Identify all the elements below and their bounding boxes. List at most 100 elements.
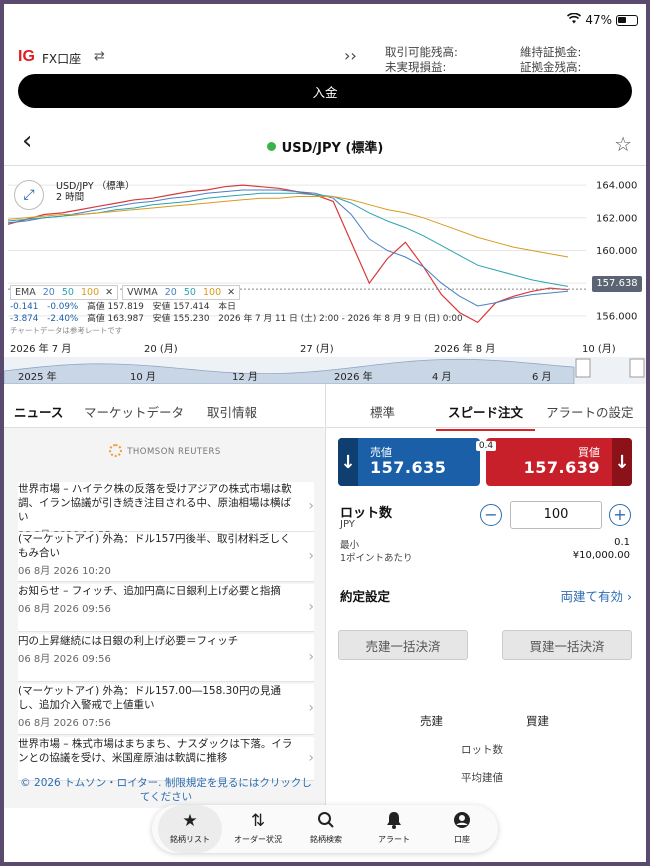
tab-news[interactable]: ニュース [14, 402, 64, 431]
buy-button[interactable]: ↓ 買値 157.639 [486, 438, 632, 486]
ema-50: 50 [61, 287, 74, 298]
range-period: 2026 年 7 月 11 日 (土) 2:00 - 2026 年 8 月 9 … [218, 314, 463, 324]
fill-setting-value: 両建て有効 [560, 589, 624, 604]
spread-value: 0.4 [476, 441, 496, 451]
chart-note: チャートデータは参考レートです [10, 326, 123, 335]
news-item[interactable]: 世界市場 – 株式市場はまちまち、ナスダックは下落。イランとの協議を受け、米国産… [18, 737, 314, 781]
y-tick-label: 156.000 [596, 311, 637, 322]
news-item[interactable]: お知らせ – フィッチ、追加円高に日銀利上げ必要と指摘 06 8月 2026 09… [18, 584, 314, 632]
today-change-pct: -0.09% [47, 302, 79, 312]
sell-price: 157.635 [370, 458, 447, 477]
tab-speed-order[interactable]: スピード注文 [435, 402, 536, 431]
star-icon: ★ [182, 811, 198, 831]
nav-watchlist-label: 銘柄リスト [170, 835, 210, 844]
navigator-right-handle[interactable] [629, 358, 645, 378]
min-lot-label: 最小 [340, 540, 360, 551]
wifi-icon [567, 12, 582, 27]
chevron-right-icon: › [308, 648, 314, 665]
news-date: 06 8月 2026 09:56 [18, 654, 111, 665]
per-point-value: ¥10,000.00 [572, 550, 630, 561]
tab-standard[interactable]: 標準 [370, 402, 395, 421]
x-tick-label: 2026 年 8 月 [434, 342, 495, 355]
y-tick-label: 162.000 [596, 213, 637, 224]
today-high: 157.819 [107, 302, 144, 312]
position-buy-header: 買建 [526, 714, 549, 728]
switch-account-icon[interactable]: ⇄ [94, 49, 105, 64]
nav-orders[interactable]: ⇅ オーダー状況 [226, 805, 290, 853]
navigator-label: 10 月 [130, 371, 156, 383]
panel-divider [325, 384, 326, 814]
sell-arrow-icon: ↓ [338, 438, 358, 486]
chart-pair-label: USD/JPY （標準） [56, 181, 135, 192]
range-change-pct: -2.40% [47, 314, 79, 324]
ema-label: EMA [15, 287, 36, 298]
instrument-header: ‹ USD/JPY (標準) ☆ [4, 122, 646, 166]
fill-setting-label: 約定設定 [340, 589, 391, 604]
deposit-button[interactable]: 入金 [18, 74, 632, 108]
app-screen: 47% IG FX口座 ⇄ ›› 取引可能残高: 未実現損益: 維持証拠金: 証… [4, 4, 646, 862]
news-item[interactable]: (マーケットアイ) 外為：ドル157.00―158.30円の見通し、追加介入警戒… [18, 684, 314, 735]
news-tabs: ニュース マーケットデータ 取引情報 [4, 394, 324, 431]
reuters-copyright-link[interactable]: © 2026 トムソン・ロイター. 制限規定を見るにはクリックしてください [18, 776, 314, 804]
double-chevron-right-icon[interactable]: ›› [344, 46, 357, 65]
nav-watchlist[interactable]: ★ 銘柄リスト [158, 805, 222, 853]
sell-button[interactable]: ↓ 売値 157.635 [338, 438, 480, 486]
nav-account[interactable]: 口座 [430, 805, 494, 853]
ema-indicator-chip[interactable]: EMA 20 50 100 ✕ [10, 285, 119, 300]
remove-vwma-icon[interactable]: ✕ [227, 287, 235, 298]
lot-decrease-button[interactable]: − [480, 504, 502, 526]
lot-increase-button[interactable]: + [609, 504, 631, 526]
tab-trade-info[interactable]: 取引情報 [207, 402, 257, 421]
vwma-20: 20 [164, 287, 177, 298]
lot-input[interactable]: 100 [510, 501, 602, 529]
close-all-sell-button[interactable]: 売建一括決済 [338, 630, 468, 660]
navigator-label: 2025 年 [18, 370, 57, 383]
close-all-buy-button[interactable]: 買建一括決済 [502, 630, 632, 660]
stats-row-range: -3.874 -2.40% 高値 163.987 安値 155.230 2026… [10, 313, 463, 325]
nav-alerts[interactable]: アラート [362, 805, 426, 853]
y-tick-label: 160.000 [596, 246, 637, 257]
available-balance-label: 取引可能残高: [385, 45, 458, 59]
order-tabs: 標準 スピード注文 アラートの設定 [326, 394, 646, 431]
navigator-label: 6 月 [532, 371, 552, 383]
today-low-label: 安値 [152, 302, 171, 312]
range-low: 155.230 [173, 314, 210, 324]
news-headline: 世界市場 – 株式市場はまちまち、ナスダックは下落。イランとの協議を受け、米国産… [18, 738, 293, 764]
news-item[interactable]: 世界市場 – ハイテク株の反落を受けアジアの株式市場は軟調、イラン協議が引き続き… [18, 482, 314, 541]
news-item[interactable]: 円の上昇継続には日銀の利上げ必要＝フィッチ 06 8月 2026 09:56 › [18, 634, 314, 682]
navigator-label: 4 月 [432, 371, 452, 383]
x-tick-label: 20 (月) [144, 343, 178, 355]
tab-market-data[interactable]: マーケットデータ [84, 402, 184, 421]
buy-arrow-icon: ↓ [612, 438, 632, 486]
news-headline: お知らせ – フィッチ、追加円高に日銀利上げ必要と指摘 [18, 585, 281, 597]
vwma-label: VWMA [127, 287, 158, 298]
range-low-label: 安値 [152, 314, 171, 324]
position-sell-header: 売建 [420, 714, 443, 728]
fill-setting-link[interactable]: 両建て有効 › [561, 586, 633, 605]
price-chart[interactable]: 164.000162.000160.000158.000156.0002026 … [4, 167, 646, 385]
nav-search[interactable]: 銘柄検索 [294, 805, 358, 853]
chevron-right-icon: › [627, 589, 632, 604]
today-low: 157.414 [173, 302, 210, 312]
stats-row-today: -0.141 -0.09% 高値 157.819 安値 157.414 本日 [10, 301, 463, 313]
news-headline: (マーケットアイ) 外為：ドル157.00―158.30円の見通し、追加介入警戒… [18, 685, 281, 711]
today-change: -0.141 [10, 302, 39, 312]
chevron-right-icon: › [308, 547, 314, 564]
navigator-left-handle[interactable] [575, 358, 591, 378]
range-high: 163.987 [107, 314, 144, 324]
expand-chart-icon[interactable]: ⤢ [14, 180, 44, 210]
chart-pair-info: USD/JPY （標準） 2 時間 [56, 181, 135, 203]
nav-search-label: 銘柄検索 [310, 835, 342, 844]
account-name[interactable]: FX口座 [42, 50, 81, 67]
unrealized-pl-label: 未実現損益: [385, 60, 447, 74]
remove-ema-icon[interactable]: ✕ [105, 287, 113, 298]
status-right: 47% [567, 12, 638, 27]
up-down-arrows-icon: ⇅ [250, 811, 266, 831]
x-tick-label: 10 (月) [582, 343, 616, 355]
tab-alert-settings[interactable]: アラートの設定 [546, 402, 634, 421]
news-item[interactable]: (マーケットアイ) 外為：ドル157円後半、取引材料乏しくもみ合い 06 8月 2… [18, 532, 314, 582]
buy-price: 157.639 [523, 458, 600, 477]
min-lot-value: 0.1 [614, 537, 630, 548]
vwma-indicator-chip[interactable]: VWMA 20 50 100 ✕ [122, 285, 241, 300]
favorite-star-icon[interactable]: ☆ [614, 132, 632, 156]
